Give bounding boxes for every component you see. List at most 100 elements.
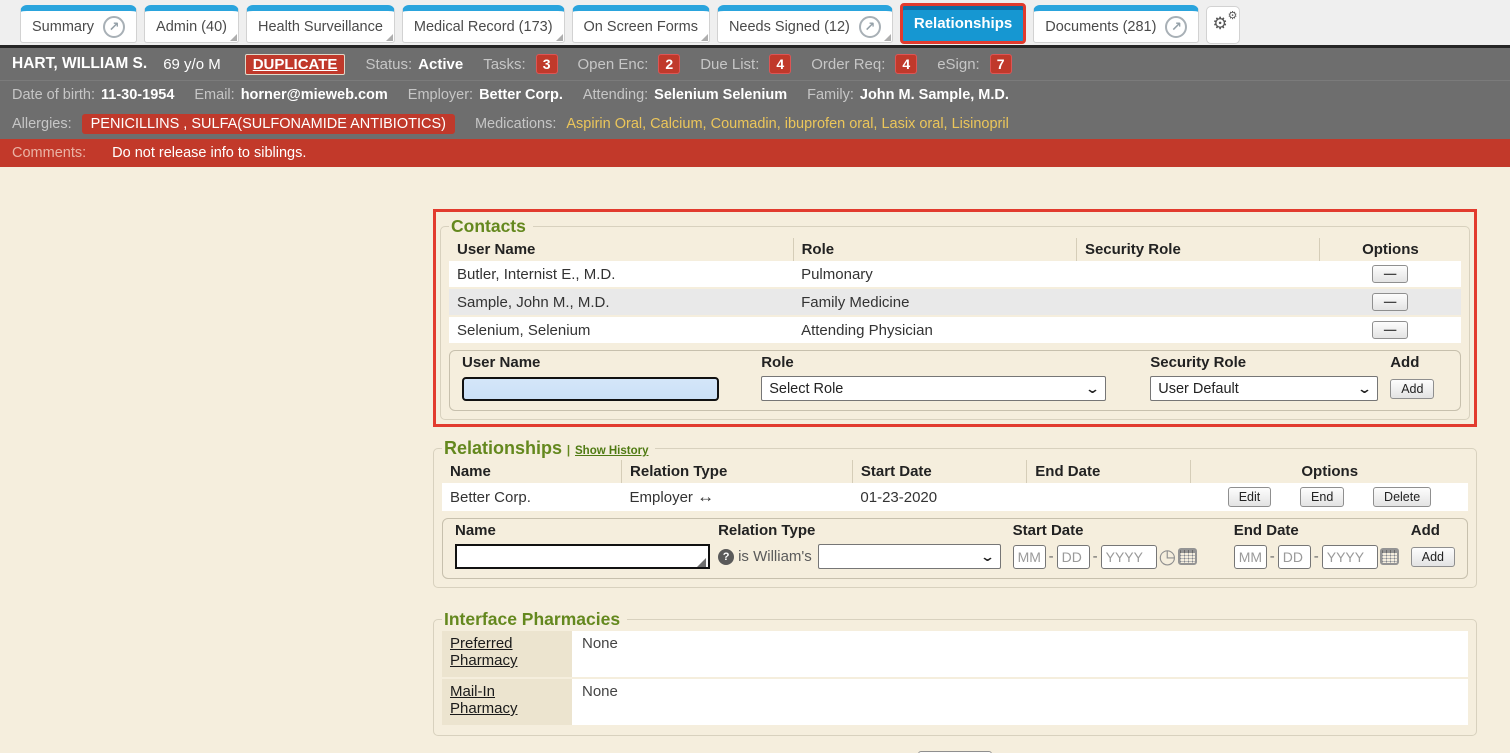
add-contact-box: User Name Role Security Role Add Select … <box>449 350 1461 411</box>
patient-banner-row2: Date of birth: 11-30-1954 Email: horner@… <box>0 80 1510 109</box>
remove-contact-button[interactable]: — <box>1372 265 1408 283</box>
dob-value: 11-30-1954 <box>101 87 174 103</box>
show-history-link[interactable]: Show History <box>575 445 648 457</box>
add-contact-header-security: Security Role <box>1144 351 1384 374</box>
end-year-input[interactable] <box>1322 545 1378 569</box>
popout-icon[interactable]: ↗ <box>1165 16 1187 38</box>
comments-label: Comments: <box>12 145 86 161</box>
contacts-header-user: User Name <box>449 238 793 261</box>
email-value: horner@mieweb.com <box>241 87 388 103</box>
patient-name: HART, WILLIAM S. <box>12 55 147 73</box>
relationship-type-select[interactable]: ⌄ <box>818 544 1001 569</box>
contact-user-name-input[interactable] <box>462 377 719 401</box>
family-label: Family: <box>807 87 854 103</box>
employer-label: Employer: <box>408 87 473 103</box>
contact-role: Attending Physician <box>793 316 1076 344</box>
popout-icon[interactable]: ↗ <box>859 16 881 38</box>
contact-user-name: Sample, John M., M.D. <box>449 288 793 316</box>
calendar-icon[interactable] <box>1380 548 1399 565</box>
contacts-header-role: Role <box>793 238 1076 261</box>
contact-role-select[interactable]: Select Role ⌄ <box>761 376 1106 401</box>
settings-gear-button[interactable]: ⚙ ⚙ <box>1206 6 1240 44</box>
tab-label: Medical Record (173) <box>414 19 553 35</box>
due-list-label: Due List: <box>700 56 759 73</box>
contact-row: Selenium, Selenium Attending Physician — <box>449 316 1461 344</box>
allergies-badge[interactable]: PENICILLINS , SULFA(SULFONAMIDE ANTIBIOT… <box>82 114 455 134</box>
mail-in-pharmacy-link[interactable]: Mail-In Pharmacy <box>450 683 530 717</box>
remove-contact-button[interactable]: — <box>1372 293 1408 311</box>
contact-security-role <box>1076 288 1319 316</box>
pharmacy-row: Preferred Pharmacy None <box>442 631 1468 678</box>
rel-header-end: End Date <box>1027 460 1191 483</box>
contacts-header-security: Security Role <box>1076 238 1319 261</box>
comments-banner: Comments: Do not release info to sibling… <box>0 139 1510 167</box>
status-value: Active <box>418 56 463 73</box>
remove-contact-button[interactable]: — <box>1372 321 1408 339</box>
open-enc-label: Open Enc: <box>578 56 649 73</box>
add-rel-header-name: Name <box>449 519 712 542</box>
relationships-title: Relationships <box>444 438 562 458</box>
contact-security-role-select[interactable]: User Default ⌄ <box>1150 376 1378 401</box>
popout-icon[interactable]: ↗ <box>103 16 125 38</box>
duplicate-badge[interactable]: DUPLICATE <box>245 54 346 75</box>
rel-header-options: Options <box>1191 460 1468 483</box>
tab-summary[interactable]: Summary ↗ <box>20 5 137 43</box>
calendar-icon[interactable] <box>1178 548 1197 565</box>
end-relationship-button[interactable]: End <box>1300 487 1344 507</box>
end-month-input[interactable] <box>1234 545 1267 569</box>
contact-row: Sample, John M., M.D. Family Medicine — <box>449 288 1461 316</box>
tab-on-screen-forms[interactable]: On Screen Forms <box>572 5 710 43</box>
add-contact-button[interactable]: Add <box>1390 379 1434 399</box>
order-req-label: Order Req: <box>811 56 885 73</box>
relationship-name-input[interactable] <box>455 544 710 569</box>
add-relationship-button[interactable]: Add <box>1411 547 1455 567</box>
contact-role-selected: Select Role <box>769 381 843 397</box>
order-req-count-badge[interactable]: 4 <box>895 54 917 74</box>
tab-medical-record[interactable]: Medical Record (173) <box>402 5 565 43</box>
start-day-input[interactable] <box>1057 545 1090 569</box>
tab-menu-fold-icon <box>701 34 708 41</box>
tasks-count-badge[interactable]: 3 <box>536 54 558 74</box>
family-value: John M. Sample, M.D. <box>860 87 1009 103</box>
add-relationship-box: Name Relation Type Start Date End Date A… <box>442 518 1468 579</box>
tab-documents[interactable]: Documents (281) ↗ <box>1033 5 1199 43</box>
relationships-section: Relationships | Show History Name Relati… <box>433 438 1477 588</box>
rel-header-name: Name <box>442 460 622 483</box>
email-label: Email: <box>194 87 234 103</box>
clock-icon[interactable]: ◷ <box>1159 547 1176 567</box>
tab-relationships[interactable]: Relationships <box>900 3 1026 44</box>
rel-header-type: Relation Type <box>622 460 853 483</box>
contacts-header-options: Options <box>1319 238 1461 261</box>
resize-grip-icon[interactable] <box>697 558 706 567</box>
tab-health-surveillance[interactable]: Health Surveillance <box>246 5 395 43</box>
attending-label: Attending: <box>583 87 648 103</box>
pharmacies-table: Preferred Pharmacy None Mail-In Pharmacy… <box>442 631 1468 727</box>
end-day-input[interactable] <box>1278 545 1311 569</box>
start-month-input[interactable] <box>1013 545 1046 569</box>
relationships-table: Name Relation Type Start Date End Date O… <box>442 460 1468 513</box>
tab-needs-signed[interactable]: Needs Signed (12) ↗ <box>717 5 893 43</box>
tab-label: Admin (40) <box>156 19 227 35</box>
open-enc-count-badge[interactable]: 2 <box>658 54 680 74</box>
preferred-pharmacy-link[interactable]: Preferred Pharmacy <box>450 635 530 669</box>
delete-relationship-button[interactable]: Delete <box>1373 487 1431 507</box>
gear-icon: ⚙ <box>1228 9 1238 22</box>
due-list-count-badge[interactable]: 4 <box>769 54 791 74</box>
start-year-input[interactable] <box>1101 545 1157 569</box>
add-rel-header-add: Add <box>1405 519 1461 542</box>
help-question-icon[interactable]: ? <box>718 549 734 565</box>
esign-count-badge[interactable]: 7 <box>990 54 1012 74</box>
pharmacies-title: Interface Pharmacies <box>442 609 627 630</box>
preferred-pharmacy-value: None <box>572 631 1468 678</box>
contact-security-role <box>1076 261 1319 288</box>
medications-value[interactable]: Aspirin Oral, Calcium, Coumadin, ibuprof… <box>566 116 1008 132</box>
tab-label: Documents (281) <box>1045 19 1156 35</box>
relationship-is-text: is William's <box>738 548 812 565</box>
patient-banner-row1: HART, WILLIAM S. 69 y/o M DUPLICATE Stat… <box>0 48 1510 80</box>
contact-user-name: Selenium, Selenium <box>449 316 793 344</box>
employer-value: Better Corp. <box>479 87 563 103</box>
contacts-title: Contacts <box>449 216 533 237</box>
edit-relationship-button[interactable]: Edit <box>1228 487 1272 507</box>
tab-menu-fold-icon <box>230 34 237 41</box>
tab-admin[interactable]: Admin (40) <box>144 5 239 43</box>
